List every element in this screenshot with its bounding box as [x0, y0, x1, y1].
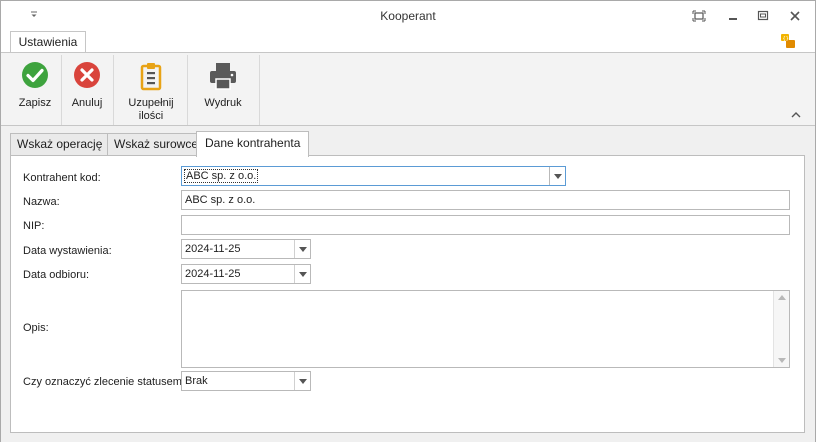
cancel-button-label: Anuluj — [71, 97, 103, 109]
status-value: Brak — [185, 375, 208, 387]
issue-date-dropdown-button[interactable] — [294, 240, 310, 258]
print-button[interactable]: Wydruk — [195, 59, 251, 123]
pickup-date-label: Data odbioru: — [23, 269, 90, 281]
tab-materials[interactable]: Wskaż surowce — [107, 133, 206, 155]
nip-label: NIP: — [23, 220, 45, 232]
skin-switch-icon[interactable]: {} — [780, 33, 796, 49]
ribbon-separator — [61, 55, 62, 125]
status-label: Czy oznaczyć zlecenie statusem — [23, 376, 182, 388]
printer-icon — [210, 63, 236, 90]
print-button-label: Wydruk — [204, 97, 242, 109]
description-textarea[interactable] — [181, 290, 790, 368]
status-select[interactable]: Brak — [181, 371, 311, 391]
pickup-date-picker[interactable]: 2024-11-25 — [181, 264, 311, 284]
maximize-icon[interactable] — [753, 7, 773, 25]
status-dropdown-button[interactable] — [294, 372, 310, 390]
contractor-code-label: Kontrahent kod: — [23, 172, 101, 184]
pickup-date-value: 2024-11-25 — [185, 268, 241, 280]
chevron-down-icon — [298, 247, 307, 252]
ribbon-separator — [259, 55, 260, 125]
cancel-button[interactable]: Anuluj — [67, 59, 107, 123]
title-bar: Kooperant — [1, 1, 815, 31]
description-label: Opis: — [23, 322, 49, 334]
scroll-up-icon[interactable] — [778, 295, 786, 300]
tab-operations[interactable]: Wskaż operację — [10, 133, 110, 155]
close-icon[interactable] — [785, 7, 805, 25]
clipboard-icon — [140, 63, 162, 91]
ribbon-separator — [187, 55, 188, 125]
fill-quantities-label-line1: Uzupełnij — [128, 97, 174, 109]
issue-date-label: Data wystawienia: — [23, 245, 112, 257]
svg-text:{}: {} — [783, 36, 789, 42]
ribbon-separator — [113, 55, 114, 125]
contractor-code-dropdown-button[interactable] — [549, 167, 565, 185]
content-area: Wskaż operację Wskaż surowce Dane kontra… — [1, 126, 815, 442]
chevron-down-icon — [553, 174, 562, 179]
contractor-code-select[interactable]: ABC sp. z o.o. — [181, 166, 566, 186]
save-button[interactable]: Zapisz — [15, 59, 55, 123]
restore-ribbon-icon[interactable] — [689, 7, 709, 25]
issue-date-picker[interactable]: 2024-11-25 — [181, 239, 311, 259]
nip-input[interactable] — [181, 215, 790, 235]
chevron-down-icon — [298, 379, 307, 384]
name-input[interactable]: ABC sp. z o.o. — [181, 190, 790, 210]
collapse-ribbon-icon[interactable] — [790, 109, 802, 119]
x-circle-icon — [74, 62, 100, 88]
tab-contractor[interactable]: Dane kontrahenta — [196, 131, 310, 157]
contractor-code-value: ABC sp. z o.o. — [183, 169, 259, 183]
issue-date-value: 2024-11-25 — [185, 243, 241, 255]
description-scrollbar[interactable] — [773, 291, 789, 367]
fill-quantities-button[interactable]: Uzupełnij ilości — [121, 59, 181, 123]
ribbon-tab-settings[interactable]: Ustawienia — [10, 31, 86, 53]
ribbon-panel: Zapisz Anuluj Uzupełnij ilości Wydruk — [1, 52, 815, 126]
pickup-date-dropdown-button[interactable] — [294, 265, 310, 283]
kooperant-window: Kooperant Ustawienia {} Zapisz Anuluj Uz… — [0, 0, 816, 442]
name-label: Nazwa: — [23, 196, 60, 208]
scroll-down-icon[interactable] — [778, 358, 786, 363]
save-button-label: Zapisz — [18, 97, 52, 109]
check-circle-icon — [22, 62, 48, 88]
chevron-down-icon — [298, 272, 307, 277]
minimize-icon[interactable] — [723, 7, 743, 25]
contractor-tab-page: Kontrahent kod: ABC sp. z o.o. Nazwa: AB… — [10, 155, 805, 433]
name-value: ABC sp. z o.o. — [185, 194, 256, 206]
ribbon-tab-strip: Ustawienia {} — [1, 31, 815, 53]
fill-quantities-label-line2: ilości — [138, 110, 164, 122]
